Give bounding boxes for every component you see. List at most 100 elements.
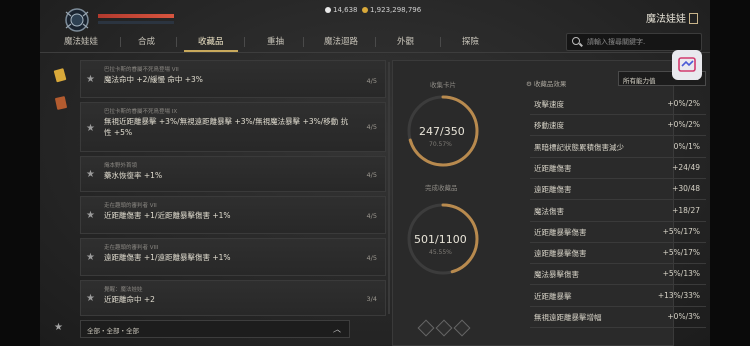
gem-icon [325, 7, 331, 13]
tab-divider [244, 37, 245, 47]
collection-effect: 無視近距離暴擊 +3%/無視遠距離暴擊 +3%/無視魔法暴擊 +3%/移動 抗性… [104, 117, 349, 137]
stats-filter-value: 所有能力值 [623, 77, 656, 85]
collection-set-name: 巴拉卡斯的眷屬不死鳥登場 VII [104, 67, 179, 73]
gem-amount: 14,638 [333, 6, 358, 14]
collection-category-book-icon[interactable] [52, 94, 70, 112]
tab-divider [303, 37, 304, 47]
game-window: 14,638 1,923,298,796 魔法娃娃 魔法娃娃 合成 收藏品 重抽… [40, 0, 710, 346]
card-progress-percent: 70.57% [429, 141, 452, 148]
stat-row: 移動速度 +0%/2% [530, 115, 706, 137]
stat-name: 遠距離暴擊傷害 [534, 249, 587, 259]
assistant-icon [678, 57, 696, 72]
stat-name: 近距離暴擊 [534, 291, 572, 301]
list-scrollbar[interactable] [388, 62, 390, 314]
list-item[interactable]: ★ 巴拉卡斯的眷屬不死鳥登場 VII 魔法命中 +2/緩慢 命中 +3% 4/5 [80, 60, 386, 98]
collection-progress: 4/5 [366, 254, 377, 262]
favorite-star-icon[interactable]: ★ [86, 169, 95, 180]
completed-progress-value: 501/1100 [414, 233, 467, 246]
mp-bar [98, 21, 174, 24]
collection-progress: 4/5 [366, 212, 377, 220]
stat-name: 攻擊速度 [534, 100, 564, 109]
list-item[interactable]: ★ 熾本野外首領 藥水恢復率 +1% 4/5 [80, 156, 386, 192]
tab-collection[interactable]: 收藏品 [184, 34, 237, 52]
stat-value: +0%/2% [667, 120, 700, 130]
tab-appearance[interactable]: 外觀 [397, 34, 414, 52]
list-item[interactable]: ★ 巴拉卡斯的眷屬不死鳥登場 IX 無視近距離暴擊 +3%/無視遠距離暴擊 +3… [80, 102, 386, 152]
collection-set-name: 巴拉卡斯的眷屬不死鳥登場 IX [104, 109, 178, 115]
list-item[interactable]: ★ 覺醒：魔法娃娃 近距離命中 +2 3/4 [80, 280, 386, 316]
stat-value: 0%/1% [673, 141, 700, 151]
tab-divider [440, 37, 441, 47]
character-emblem-icon[interactable] [62, 6, 94, 34]
collection-effect: 近距離傷害 +1/近距離暴擊傷害 +1% [104, 211, 231, 220]
stat-name: 黑暗標記狀態累積傷害減少 [534, 142, 624, 152]
stat-name: 魔法傷害 [534, 206, 564, 216]
card-collect-label: 收集卡片 [430, 81, 456, 89]
completed-progress-percent: 45.55% [429, 249, 452, 256]
stat-name: 移動速度 [534, 121, 564, 131]
tab-reroll[interactable]: 重抽 [267, 34, 284, 52]
gem-currency: 14,638 [325, 6, 358, 14]
stat-name: 無視遠距離暴擊增幅 [534, 313, 602, 322]
hp-bar [98, 14, 174, 18]
collection-effect: 遠距離傷害 +1/遠距離暴擊傷害 +1% [104, 253, 231, 262]
collection-set-name: 覺醒：魔法娃娃 [104, 287, 143, 293]
collection-effect: 藥水恢復率 +1% [104, 171, 163, 180]
tab-synthesis[interactable]: 合成 [138, 34, 155, 52]
favorite-star-icon[interactable]: ★ [86, 210, 95, 221]
stat-row: 近距離傷害 +24/49 [530, 158, 706, 179]
favorite-star-icon[interactable]: ★ [86, 293, 95, 304]
stat-value: +0%/2% [667, 99, 700, 108]
stat-value: +5%/17% [662, 226, 700, 236]
favorite-star-icon[interactable]: ★ [86, 252, 95, 263]
collection-category-gold-icon[interactable] [52, 66, 70, 84]
stat-row: 魔法傷害 +18/27 [530, 201, 706, 222]
exit-icon[interactable] [689, 13, 698, 24]
stat-row: 遠距離暴擊傷害 +5%/17% [530, 243, 706, 265]
search-box[interactable] [566, 33, 702, 51]
tab-magic-doll[interactable]: 魔法娃娃 [64, 34, 98, 52]
list-item[interactable]: ★ 走在趣頭的審判者 VIII 遠距離傷害 +1/遠距離暴擊傷害 +1% 4/5 [80, 238, 386, 276]
collection-effect: 近距離命中 +2 [104, 295, 155, 304]
stat-name: 近距離傷害 [534, 163, 572, 173]
collection-effect: 魔法命中 +2/緩慢 命中 +3% [104, 75, 203, 84]
gold-currency: 1,923,298,796 [362, 6, 421, 14]
stat-row: 近距離暴擊 +13%/33% [530, 286, 706, 307]
collection-set-name: 熾本野外首領 [104, 163, 138, 169]
stat-value: +0%/3% [667, 312, 700, 321]
stat-name: 魔法暴擊傷害 [534, 270, 579, 280]
collection-set-name: 走在趣頭的審判者 VII [104, 203, 157, 209]
stats-header: ⚙ 收藏品效果 [526, 78, 566, 88]
settings-gear-icon[interactable]: ⚙ [526, 80, 534, 88]
tab-divider [375, 37, 376, 47]
category-filter-dropdown[interactable]: 全部・全部・全部 ︿ [80, 320, 350, 338]
gold-amount: 1,923,298,796 [370, 6, 422, 14]
floating-assistant-button[interactable] [672, 50, 702, 80]
tab-magic-circuit[interactable]: 魔法迴路 [324, 34, 358, 52]
window-title: 魔法娃娃 [646, 10, 698, 25]
stat-row: 遠距離傷害 +30/48 [530, 179, 706, 201]
search-icon [572, 37, 580, 45]
collection-progress: 4/5 [366, 171, 377, 179]
favorites-filter-star-icon[interactable]: ★ [54, 322, 63, 333]
completed-collection-label: 完成收藏品 [425, 184, 458, 192]
stat-value: +13%/33% [657, 290, 700, 300]
card-progress-value: 247/350 [419, 125, 465, 138]
search-input[interactable] [587, 36, 697, 48]
header-divider [40, 52, 710, 53]
stat-value: +18/27 [672, 205, 700, 215]
stat-value: +30/48 [672, 184, 700, 194]
collection-progress: 4/5 [366, 77, 377, 85]
stat-row: 攻擊速度 +0%/2% [530, 94, 706, 115]
favorite-star-icon[interactable]: ★ [86, 74, 95, 85]
category-filter-value: 全部・全部・全部 [87, 327, 139, 335]
collection-set-name: 走在趣頭的審判者 VIII [104, 245, 159, 251]
list-item[interactable]: ★ 走在趣頭的審判者 VII 近距離傷害 +1/近距離暴擊傷害 +1% 4/5 [80, 196, 386, 234]
tab-exploration[interactable]: 探險 [462, 34, 479, 52]
stat-row: 無視遠距離暴擊增幅 +0%/3% [530, 307, 706, 328]
gold-coin-icon [362, 7, 368, 13]
stat-name: 近距離暴擊傷害 [534, 227, 587, 237]
tab-divider [176, 37, 177, 47]
favorite-star-icon[interactable]: ★ [86, 123, 95, 134]
chevron-up-icon: ︿ [333, 325, 341, 334]
